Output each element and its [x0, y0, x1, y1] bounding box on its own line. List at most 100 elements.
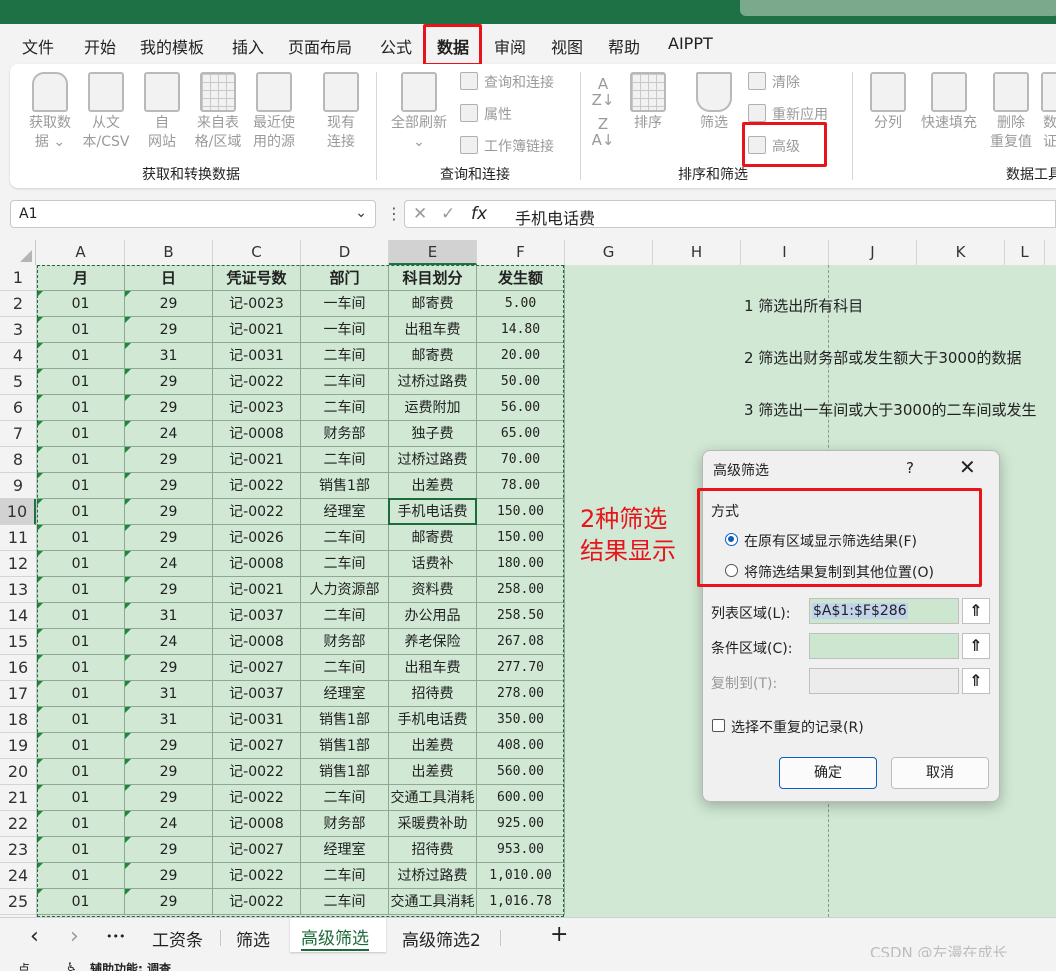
copy-to-picker-icon[interactable]: ⇑ — [962, 668, 990, 694]
table-cell[interactable]: 267.08 — [477, 629, 565, 655]
unique-records-label[interactable]: 选择不重复的记录(R) — [731, 717, 864, 737]
row-header-5[interactable]: 5 — [0, 369, 36, 395]
table-cell[interactable]: 01 — [37, 577, 125, 603]
table-cell[interactable]: 258.50 — [477, 603, 565, 629]
table-cell[interactable]: 记-0021 — [213, 577, 301, 603]
column-header-b[interactable]: B — [125, 240, 213, 265]
table-cell[interactable]: 24 — [125, 421, 213, 447]
get-data-button[interactable]: 获取数 据 ⌄ — [24, 72, 76, 152]
close-icon[interactable]: ✕ — [959, 455, 976, 479]
table-cell[interactable]: 29 — [125, 785, 213, 811]
table-cell[interactable]: 20.00 — [477, 343, 565, 369]
table-cell[interactable]: 29 — [125, 577, 213, 603]
row-header-21[interactable]: 21 — [0, 785, 36, 811]
formula-bar-more-icon[interactable]: ⋮ — [386, 204, 402, 223]
table-cell[interactable]: 记-0031 — [213, 343, 301, 369]
table-cell[interactable]: 258.00 — [477, 577, 565, 603]
table-cell[interactable]: 01 — [37, 499, 125, 525]
table-cell[interactable]: 150.00 — [477, 499, 565, 525]
table-cell[interactable]: 408.00 — [477, 733, 565, 759]
table-cell[interactable]: 经理室 — [301, 837, 389, 863]
menu-tab-1[interactable]: 开始 — [84, 34, 116, 58]
table-cell[interactable]: 29 — [125, 837, 213, 863]
clear-filter-button[interactable]: 清除 — [748, 72, 800, 92]
table-cell[interactable]: 记-0022 — [213, 473, 301, 499]
table-cell[interactable]: 78.00 — [477, 473, 565, 499]
column-header-d[interactable]: D — [301, 240, 389, 265]
table-cell[interactable]: 记-0021 — [213, 447, 301, 473]
table-cell[interactable]: 过桥过路费 — [389, 369, 477, 395]
table-cell[interactable]: 29 — [125, 291, 213, 317]
cancel-button[interactable]: 取消 — [891, 757, 989, 789]
row-header-9[interactable]: 9 — [0, 473, 36, 499]
table-cell[interactable]: 29 — [125, 395, 213, 421]
table-cell[interactable]: 31 — [125, 603, 213, 629]
table-cell[interactable]: 记-0022 — [213, 369, 301, 395]
list-range-input[interactable]: $A$1:$F$286 — [809, 598, 959, 624]
sheet-tab-2[interactable]: 高级筛选 — [301, 924, 369, 951]
table-cell[interactable]: 29 — [125, 733, 213, 759]
header-cell[interactable]: 日 — [125, 265, 213, 291]
row-header-2[interactable]: 2 — [0, 291, 36, 317]
column-header-h[interactable]: H — [653, 240, 741, 265]
table-cell[interactable]: 记-0008 — [213, 629, 301, 655]
table-cell[interactable]: 5.00 — [477, 291, 565, 317]
table-cell[interactable]: 953.00 — [477, 837, 565, 863]
row-header-18[interactable]: 18 — [0, 707, 36, 733]
table-cell[interactable]: 925.00 — [477, 811, 565, 837]
table-cell[interactable]: 01 — [37, 759, 125, 785]
table-cell[interactable]: 销售1部 — [301, 473, 389, 499]
sheet-tab-0[interactable]: 工资条 — [152, 926, 203, 951]
table-cell[interactable]: 29 — [125, 655, 213, 681]
properties-button[interactable]: 属性 — [460, 104, 512, 124]
row-header-20[interactable]: 20 — [0, 759, 36, 785]
table-cell[interactable]: 350.00 — [477, 707, 565, 733]
table-cell[interactable]: 交通工具消耗 — [389, 889, 477, 915]
table-cell[interactable]: 出租车费 — [389, 317, 477, 343]
sort-za-button[interactable]: Z A↓ — [590, 116, 616, 148]
header-cell[interactable]: 部门 — [301, 265, 389, 291]
table-cell[interactable]: 01 — [37, 551, 125, 577]
text-to-columns-button[interactable]: 分列 — [866, 72, 910, 133]
table-cell[interactable]: 人力资源部 — [301, 577, 389, 603]
table-cell[interactable]: 二车间 — [301, 889, 389, 915]
table-cell[interactable]: 01 — [37, 395, 125, 421]
remove-duplicates-button[interactable]: 删除 重复值 — [986, 72, 1036, 152]
table-cell[interactable]: 24 — [125, 629, 213, 655]
table-cell[interactable]: 29 — [125, 499, 213, 525]
table-cell[interactable]: 记-0031 — [213, 707, 301, 733]
table-cell[interactable]: 邮寄费 — [389, 525, 477, 551]
unique-records-checkbox[interactable] — [712, 719, 725, 732]
menu-tab-9[interactable]: 帮助 — [608, 34, 640, 58]
table-cell[interactable]: 独子费 — [389, 421, 477, 447]
table-cell[interactable]: 邮寄费 — [389, 291, 477, 317]
fx-icon[interactable]: fx — [471, 204, 487, 224]
table-cell[interactable]: 29 — [125, 317, 213, 343]
header-cell[interactable]: 科目划分 — [389, 265, 477, 291]
table-cell[interactable]: 01 — [37, 681, 125, 707]
table-cell[interactable]: 记-0037 — [213, 603, 301, 629]
table-cell[interactable]: 24 — [125, 811, 213, 837]
table-cell[interactable]: 一车间 — [301, 291, 389, 317]
table-cell[interactable]: 销售1部 — [301, 707, 389, 733]
table-cell[interactable]: 二车间 — [301, 863, 389, 889]
row-header-19[interactable]: 19 — [0, 733, 36, 759]
from-web-button[interactable]: 自 网站 — [140, 72, 184, 152]
row-header-8[interactable]: 8 — [0, 447, 36, 473]
row-header-4[interactable]: 4 — [0, 343, 36, 369]
help-icon[interactable]: ? — [906, 459, 914, 477]
queries-connections-button[interactable]: 查询和连接 — [460, 72, 554, 92]
table-cell[interactable]: 记-0008 — [213, 421, 301, 447]
search-box[interactable] — [740, 0, 1056, 16]
table-cell[interactable]: 01 — [37, 733, 125, 759]
ok-button[interactable]: 确定 — [779, 757, 877, 789]
column-header-i[interactable]: I — [741, 240, 829, 265]
table-cell[interactable]: 二车间 — [301, 603, 389, 629]
table-cell[interactable]: 二车间 — [301, 395, 389, 421]
list-range-picker-icon[interactable]: ⇑ — [962, 598, 990, 624]
menu-tab-7[interactable]: 审阅 — [494, 34, 526, 58]
table-cell[interactable]: 出差费 — [389, 733, 477, 759]
table-cell[interactable]: 二车间 — [301, 785, 389, 811]
next-sheet-icon[interactable]: › — [70, 924, 79, 949]
table-cell[interactable]: 01 — [37, 811, 125, 837]
